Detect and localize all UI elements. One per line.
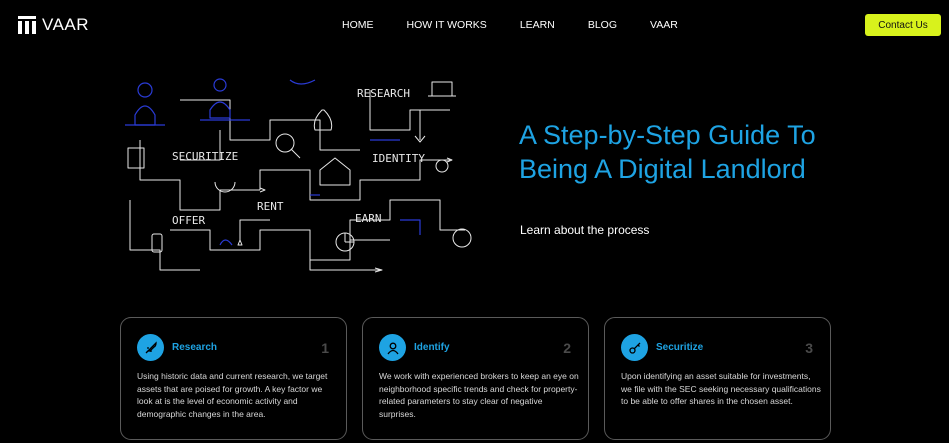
illustration-label-research: RESEARCH bbox=[357, 87, 410, 100]
illustration-label-earn: EARN bbox=[355, 212, 382, 225]
step-card-identify: Identify 2 We work with experienced brok… bbox=[362, 317, 589, 440]
brand-logo[interactable]: VAAR bbox=[18, 15, 89, 35]
nav-blog[interactable]: BLOG bbox=[588, 19, 617, 31]
nav-vaar[interactable]: VAAR bbox=[650, 19, 678, 31]
step-description: Using historic data and current research… bbox=[137, 371, 328, 419]
hero-title: A Step-by-Step Guide To Being A Digital … bbox=[519, 120, 816, 184]
step-number: 2 bbox=[563, 340, 571, 356]
contact-us-button[interactable]: Contact Us bbox=[865, 14, 941, 36]
illustration-label-identity: IDENTITY bbox=[372, 152, 425, 165]
step-number: 1 bbox=[321, 340, 329, 356]
step-title: Identify bbox=[414, 342, 450, 353]
hero-subtitle: Learn about the process bbox=[520, 223, 650, 237]
step-card-research: Research 1 Using historic data and curre… bbox=[120, 317, 347, 440]
nav-how-it-works[interactable]: HOW IT WORKS bbox=[407, 19, 487, 31]
step-description: Upon identifying an asset suitable for i… bbox=[621, 371, 821, 406]
step-description: We work with experienced brokers to keep… bbox=[379, 371, 579, 419]
nav-learn[interactable]: LEARN bbox=[520, 19, 555, 31]
nav-home[interactable]: HOME bbox=[342, 19, 374, 31]
step-card-securitize: Securitize 3 Upon identifying an asset s… bbox=[604, 317, 831, 440]
rocket-icon bbox=[137, 334, 164, 361]
illustration-label-securitize: SECURITIZE bbox=[172, 150, 238, 163]
key-icon bbox=[621, 334, 648, 361]
logo-icon bbox=[18, 16, 36, 34]
process-illustration: RESEARCH SECURITIZE IDENTITY OFFER RENT … bbox=[125, 78, 472, 273]
main-nav: HOME HOW IT WORKS LEARN BLOG VAAR bbox=[342, 19, 711, 31]
step-title: Securitize bbox=[656, 342, 704, 353]
illustration-label-rent: RENT bbox=[257, 200, 284, 213]
brand-name: VAAR bbox=[42, 15, 90, 34]
illustration-label-offer: OFFER bbox=[172, 214, 205, 227]
step-number: 3 bbox=[805, 340, 813, 356]
user-icon bbox=[379, 334, 406, 361]
step-title: Research bbox=[172, 342, 218, 353]
